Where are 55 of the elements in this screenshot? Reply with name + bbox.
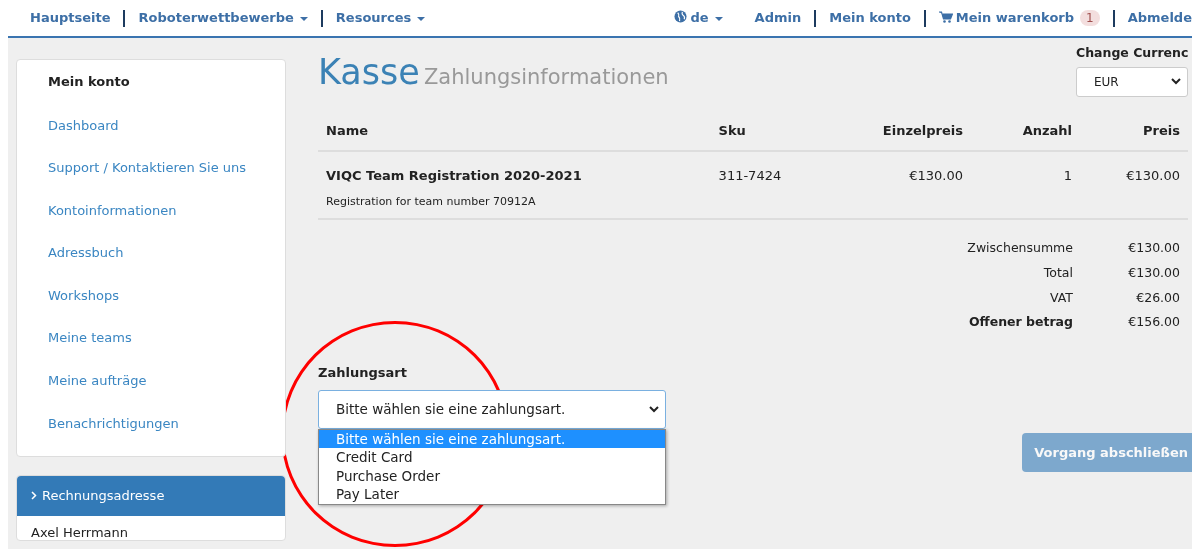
address-panel-header[interactable]: Rechnungsadresse	[17, 476, 285, 516]
cart-icon	[938, 11, 953, 24]
dropdown-option[interactable]: Credit Card	[319, 448, 665, 467]
table-cell: €130.00	[1080, 151, 1188, 219]
total-label: Zwischensumme	[966, 239, 1074, 257]
sidebar-item[interactable]: Meine teams	[17, 324, 285, 368]
total-label: VAT	[1049, 288, 1074, 307]
nav-link[interactable]: Resources	[335, 8, 426, 28]
payment-select[interactable]: Bitte wählen sie eine zahlungsart.	[318, 389, 666, 429]
page-title: Kasse	[318, 52, 420, 92]
sidebar-item[interactable]: Kontoinformationen	[17, 196, 285, 240]
nav-link[interactable]: Mein konto	[829, 8, 911, 28]
nav-link[interactable]: Roboterwettbewerbe	[138, 8, 308, 28]
nav-link[interactable]: Hauptseite	[30, 8, 111, 28]
column-header: Sku	[710, 110, 852, 151]
total-value: €130.00	[1127, 263, 1181, 282]
total-value: €26.00	[1135, 288, 1181, 307]
sidebar-title: Mein konto	[47, 73, 131, 91]
column-header: Anzahl	[971, 110, 1080, 151]
sidebar-item[interactable]: Dashboard	[17, 111, 285, 155]
table-cell: 311-7424	[710, 151, 852, 219]
chevron-down-icon	[1171, 78, 1181, 86]
total-value: €156.00	[1127, 313, 1181, 332]
page-subtitle: Zahlungsinformationen	[423, 65, 669, 89]
sidebar-item[interactable]: Adressbuch	[17, 239, 285, 282]
payment-label: Zahlungsart	[318, 364, 408, 382]
chevron-down-icon	[649, 405, 659, 413]
address-line: Axel Herrmann	[30, 523, 130, 541]
sidebar-item[interactable]: Support / Kontaktieren Sie uns	[17, 154, 285, 197]
globe-icon	[674, 10, 688, 24]
dropdown-option[interactable]: Purchase Order	[319, 466, 665, 485]
product-name: VIQC Team Registration 2020-2021	[326, 167, 583, 185]
chevron-icon	[31, 491, 37, 501]
nav-link[interactable]: Abmelde	[1127, 8, 1192, 28]
table-cell: 1	[971, 151, 1080, 219]
language-dropdown[interactable]: de	[674, 8, 723, 28]
column-header: Name	[318, 110, 711, 151]
currency-select[interactable]: EUR	[1076, 66, 1188, 97]
product-description: Registration for team number 70912A	[326, 193, 537, 210]
sidebar-item[interactable]: Workshops	[17, 281, 285, 325]
sidebar-item[interactable]: Meine aufträge	[17, 367, 285, 410]
dropdown-option[interactable]: Bitte wählen sie eine zahlungsart.	[319, 429, 665, 448]
total-label: Offener betrag	[967, 313, 1074, 332]
nav-link[interactable]: Admin	[754, 8, 802, 28]
column-header: Einzelpreis	[851, 110, 971, 151]
currency-label: Change Currenc	[1076, 44, 1188, 62]
dropdown-option[interactable]: Pay Later	[319, 485, 665, 504]
total-label: Total	[1042, 263, 1074, 282]
count-badge: 1	[1080, 10, 1100, 27]
caret-icon	[714, 16, 723, 21]
table-cell: €130.00	[851, 151, 971, 219]
total-value: €130.00	[1127, 239, 1181, 257]
column-header: Preis	[1080, 110, 1188, 151]
sidebar-item[interactable]: Benachrichtigungen	[17, 409, 285, 453]
nav-link[interactable]: Mein warenkorb 1	[938, 8, 1100, 28]
